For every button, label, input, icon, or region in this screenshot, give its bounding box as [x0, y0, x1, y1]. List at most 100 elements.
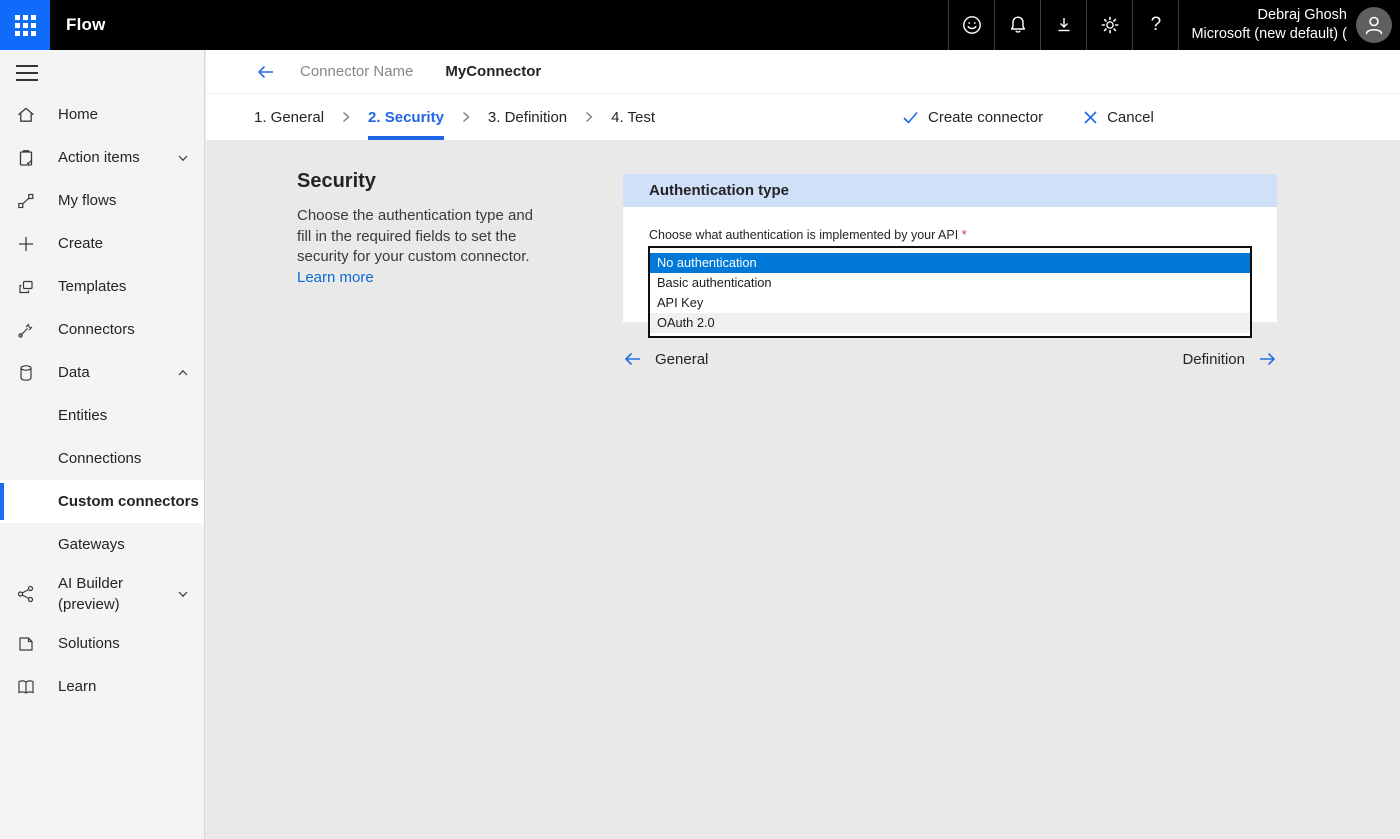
app-title: Flow: [66, 15, 106, 35]
sidebar-item-label: Data: [58, 364, 90, 381]
sidebar-item-label: Gateways: [58, 536, 125, 553]
required-marker: *: [962, 228, 967, 242]
sidebar-item-custom-connectors[interactable]: Custom connectors: [0, 480, 204, 523]
user-name: Debraj Ghosh: [1191, 6, 1347, 25]
sidebar: Home Action items My flows Create: [0, 50, 205, 839]
smiley-icon: [960, 13, 984, 37]
back-button[interactable]: [256, 62, 276, 82]
chevron-up-icon: [176, 366, 190, 380]
solutions-icon: [16, 634, 36, 654]
check-icon: [902, 109, 919, 126]
auth-type-dropdown[interactable]: No authentication Basic authentication A…: [648, 246, 1252, 338]
sidebar-item-label: Custom connectors: [58, 493, 199, 510]
sidebar-item-label: Connectors: [58, 321, 135, 338]
prev-step-label: General: [655, 351, 708, 368]
sidebar-item-entities[interactable]: Entities: [0, 394, 204, 437]
database-icon: [16, 363, 36, 383]
panel-header: Authentication type: [623, 174, 1277, 207]
cancel-label: Cancel: [1107, 109, 1154, 126]
next-step-button[interactable]: Definition: [1182, 349, 1277, 369]
sidebar-item-learn[interactable]: Learn: [0, 665, 204, 708]
create-connector-button[interactable]: Create connector: [902, 109, 1043, 126]
prev-step-button[interactable]: General: [623, 349, 708, 369]
content-area: Security Choose the authentication type …: [206, 140, 1400, 839]
option-api-key[interactable]: API Key: [650, 293, 1250, 313]
learn-more-link[interactable]: Learn more: [297, 269, 374, 286]
sidebar-item-gateways[interactable]: Gateways: [0, 523, 204, 566]
help-button[interactable]: ?: [1132, 0, 1178, 50]
sidebar-item-connectors[interactable]: Connectors: [0, 308, 204, 351]
help-icon: ?: [1151, 14, 1162, 36]
book-icon: [16, 677, 36, 697]
sidebar-item-action-items[interactable]: Action items: [0, 136, 204, 179]
feedback-button[interactable]: [948, 0, 994, 50]
bell-icon: [1006, 13, 1030, 37]
connector-name-value: MyConnector: [445, 63, 541, 80]
sidebar-item-ai-builder[interactable]: AI Builder (preview): [0, 566, 204, 622]
sidebar-item-label: Connections: [58, 450, 141, 467]
tab-test[interactable]: 4. Test: [611, 94, 655, 140]
avatar[interactable]: [1356, 7, 1392, 43]
cancel-button[interactable]: Cancel: [1083, 109, 1154, 126]
tab-label: 3. Definition: [488, 109, 567, 126]
sidebar-item-data[interactable]: Data: [0, 351, 204, 394]
sidebar-item-label: Templates: [58, 278, 126, 295]
chevron-right-icon: [339, 109, 353, 125]
sidebar-item-templates[interactable]: Templates: [0, 265, 204, 308]
templates-icon: [16, 277, 36, 297]
chevron-down-icon: [176, 151, 190, 165]
plus-icon: [16, 234, 36, 254]
option-oauth-2-0[interactable]: OAuth 2.0: [650, 313, 1250, 333]
sidebar-item-label: AI Builder (preview): [58, 573, 142, 615]
sidebar-item-home[interactable]: Home: [0, 93, 204, 136]
sidebar-item-label: Create: [58, 235, 103, 252]
sidebar-item-solutions[interactable]: Solutions: [0, 622, 204, 665]
description-text: Choose the authentication type and fill …: [297, 207, 533, 265]
tab-label: 2. Security: [368, 109, 444, 126]
main-area: Connector Name MyConnector 1. General 2.…: [206, 50, 1400, 839]
chevron-right-icon: [459, 109, 473, 125]
option-basic-authentication[interactable]: Basic authentication: [650, 273, 1250, 293]
sidebar-item-label: Home: [58, 106, 98, 123]
breadcrumb: Connector Name MyConnector: [206, 50, 1400, 94]
settings-button[interactable]: [1086, 0, 1132, 50]
arrow-right-icon: [1257, 349, 1277, 369]
tab-label: 1. General: [254, 109, 324, 126]
sidebar-item-label: Action items: [58, 149, 140, 166]
page-title: Security: [297, 170, 541, 193]
tab-definition[interactable]: 3. Definition: [488, 94, 567, 140]
close-icon: [1083, 110, 1098, 125]
flows-icon: [16, 191, 36, 211]
wizard-bar: 1. General 2. Security 3. Definition 4. …: [206, 94, 1400, 140]
sidebar-item-connections[interactable]: Connections: [0, 437, 204, 480]
sidebar-item-create[interactable]: Create: [0, 222, 204, 265]
option-no-authentication[interactable]: No authentication: [650, 253, 1250, 273]
home-icon: [16, 105, 36, 125]
user-tenant: Microsoft (new default) (: [1191, 25, 1347, 44]
download-button[interactable]: [1040, 0, 1086, 50]
field-label-text: Choose what authentication is implemente…: [649, 228, 958, 242]
auth-field-label: Choose what authentication is implemente…: [649, 228, 967, 242]
connector-name-label: Connector Name: [300, 63, 413, 80]
app-launcher-button[interactable]: [0, 0, 50, 50]
hamburger-menu-button[interactable]: [16, 65, 38, 81]
download-icon: [1052, 13, 1076, 37]
account-menu[interactable]: Debraj Ghosh Microsoft (new default) (: [1178, 0, 1400, 50]
next-step-label: Definition: [1182, 351, 1245, 368]
back-arrow-icon: [256, 62, 276, 82]
sidebar-item-label: My flows: [58, 192, 116, 209]
tab-general[interactable]: 1. General: [254, 94, 324, 140]
connectors-icon: [16, 320, 36, 340]
notifications-button[interactable]: [994, 0, 1040, 50]
sidebar-item-label: Entities: [58, 407, 107, 424]
arrow-left-icon: [623, 349, 643, 369]
tab-security[interactable]: 2. Security: [368, 94, 444, 140]
waffle-icon: [15, 15, 36, 36]
sidebar-item-label: Solutions: [58, 635, 120, 652]
chevron-right-icon: [582, 109, 596, 125]
sidebar-item-my-flows[interactable]: My flows: [0, 179, 204, 222]
top-bar: Flow: [0, 0, 1400, 50]
gear-icon: [1098, 13, 1122, 37]
authentication-panel: Authentication type Choose what authenti…: [623, 174, 1277, 322]
person-icon: [1361, 12, 1387, 38]
